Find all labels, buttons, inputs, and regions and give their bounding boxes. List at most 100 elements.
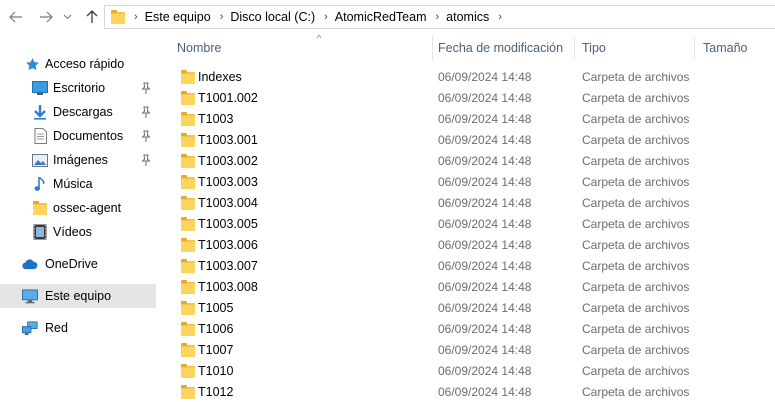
breadcrumb-separator-icon: › (134, 11, 138, 23)
file-modified-date: 06/09/2024 14:48 (438, 175, 532, 189)
file-row[interactable]: T1003.006 06/09/2024 14:48 Carpeta de arch… (176, 235, 775, 256)
sidebar-item-onedrive[interactable]: OneDrive (0, 252, 156, 276)
forward-button[interactable] (36, 6, 56, 28)
pin-icon[interactable] (141, 154, 151, 166)
column-header-label: Fecha de modificación (438, 41, 564, 55)
folder-icon (181, 196, 195, 210)
file-row[interactable]: T1003.005 06/09/2024 14:48 Carpeta de arch… (176, 214, 775, 235)
folder-icon (32, 200, 48, 216)
file-type: Carpeta de archivos (582, 196, 690, 210)
arrow-right-icon (40, 11, 53, 23)
file-type: Carpeta de archivos (582, 343, 690, 357)
up-button[interactable] (82, 6, 102, 28)
file-name: T1006 (198, 322, 234, 336)
desktop-icon (32, 80, 48, 96)
breadcrumb-separator-icon[interactable]: › (498, 11, 502, 23)
file-row[interactable]: T1003.004 06/09/2024 14:48 Carpeta de arch… (176, 193, 775, 214)
sidebar-item-pictures[interactable]: Imágenes (0, 148, 156, 172)
file-name: T1010 (198, 364, 234, 378)
recent-locations-button[interactable] (61, 6, 73, 28)
file-name: T1003.005 (198, 217, 258, 231)
folder-icon (181, 259, 195, 273)
file-row[interactable]: T1005 06/09/2024 14:48 Carpeta de archivos (176, 298, 775, 319)
address-bar[interactable]: › Este equipo › Disco local (C:) › Atomi… (104, 5, 775, 29)
file-row[interactable]: T1003.003 06/09/2024 14:48 Carpeta de arch… (176, 172, 775, 193)
column-divider[interactable] (432, 36, 433, 60)
folder-icon (181, 343, 195, 357)
file-type: Carpeta de archivos (582, 301, 690, 315)
sidebar-item-quick-access[interactable]: Acceso rápido (0, 52, 156, 76)
file-type: Carpeta de archivos (582, 385, 690, 399)
file-name: T1001.002 (198, 91, 258, 105)
file-name: T1005 (198, 301, 234, 315)
folder-icon (181, 238, 195, 252)
file-type: Carpeta de archivos (582, 238, 690, 252)
breadcrumb-separator-icon[interactable]: › (220, 11, 224, 23)
breadcrumb-item[interactable]: Este equipo (145, 6, 211, 28)
sidebar-item-label: ossec-agent (53, 201, 122, 215)
file-row[interactable]: T1006 06/09/2024 14:48 Carpeta de archivos (176, 319, 775, 340)
file-row[interactable]: T1003.008 06/09/2024 14:48 Carpeta de arch… (176, 277, 775, 298)
sidebar-item-label: Imágenes (53, 153, 108, 167)
column-header-size[interactable]: Tamaño (703, 34, 775, 62)
pin-icon[interactable] (141, 82, 151, 94)
file-row[interactable]: T1001.002 06/09/2024 14:48 Carpeta de arch… (176, 88, 775, 109)
back-button[interactable] (6, 6, 26, 28)
sidebar-item-videos[interactable]: Vídeos (0, 220, 156, 244)
sidebar-item-label: Escritorio (53, 81, 106, 95)
file-row[interactable]: T1003.002 06/09/2024 14:48 Carpeta de arch… (176, 151, 775, 172)
file-name: T1003.004 (198, 196, 258, 210)
file-row[interactable]: T1003.001 06/09/2024 14:48 Carpeta de arch… (176, 130, 775, 151)
breadcrumb-item[interactable]: AtomicRedTeam (335, 6, 427, 28)
file-row[interactable]: T1003 06/09/2024 14:48 Carpeta de archivos (176, 109, 775, 130)
breadcrumb-item[interactable]: Disco local (C:) (230, 6, 315, 28)
folder-icon (181, 301, 195, 315)
download-icon (32, 104, 48, 120)
document-icon (32, 128, 48, 144)
sidebar-item-downloads[interactable]: Descargas (0, 100, 156, 124)
file-type: Carpeta de archivos (582, 259, 690, 273)
navigation-pane: Acceso rápido Escritorio Descargas Docum… (0, 34, 156, 402)
breadcrumb-item[interactable]: atomics (446, 6, 489, 28)
file-name: T1003.001 (198, 133, 258, 147)
network-icon (22, 320, 38, 336)
column-divider[interactable] (574, 36, 575, 60)
file-type: Carpeta de archivos (582, 175, 690, 189)
navigation-bar: › Este equipo › Disco local (C:) › Atomi… (0, 0, 775, 34)
sidebar-item-this-pc[interactable]: Este equipo (0, 284, 156, 308)
file-row[interactable]: T1003.007 06/09/2024 14:48 Carpeta de arch… (176, 256, 775, 277)
image-icon (32, 152, 48, 168)
breadcrumb-separator-icon[interactable]: › (324, 11, 328, 23)
sidebar-item-ossec-agent[interactable]: ossec-agent (0, 196, 156, 220)
sidebar-item-music[interactable]: Música (0, 172, 156, 196)
column-header-type[interactable]: Tipo (582, 34, 694, 62)
sidebar-item-desktop[interactable]: Escritorio (0, 76, 156, 100)
file-modified-date: 06/09/2024 14:48 (438, 70, 532, 84)
file-type: Carpeta de archivos (582, 70, 690, 84)
file-row[interactable]: T1010 06/09/2024 14:48 Carpeta de archivos (176, 361, 775, 382)
file-type: Carpeta de archivos (582, 133, 690, 147)
file-modified-date: 06/09/2024 14:48 (438, 280, 532, 294)
file-modified-date: 06/09/2024 14:48 (438, 301, 532, 315)
column-divider[interactable] (694, 36, 695, 60)
column-header-modified[interactable]: Fecha de modificación (438, 34, 576, 62)
file-row[interactable]: Indexes 06/09/2024 14:48 Carpeta de archiv… (176, 67, 775, 88)
column-header-name[interactable]: Nombre ^ (177, 33, 432, 62)
pin-icon[interactable] (141, 106, 151, 118)
file-modified-date: 06/09/2024 14:48 (438, 343, 532, 357)
breadcrumb-separator-icon[interactable]: › (436, 11, 440, 23)
folder-icon (181, 280, 195, 294)
folder-icon (181, 133, 195, 147)
file-modified-date: 06/09/2024 14:48 (438, 238, 532, 252)
sidebar-item-label: Este equipo (45, 289, 112, 303)
file-modified-date: 06/09/2024 14:48 (438, 217, 532, 231)
sidebar-item-network[interactable]: Red (0, 316, 156, 340)
chevron-down-icon (63, 14, 71, 20)
pin-icon[interactable] (141, 130, 151, 142)
file-row[interactable]: T1007 06/09/2024 14:48 Carpeta de archivos (176, 340, 775, 361)
column-header-label: Tipo (582, 41, 606, 55)
folder-icon (111, 10, 125, 24)
sidebar-item-documents[interactable]: Documentos (0, 124, 156, 148)
file-modified-date: 06/09/2024 14:48 (438, 133, 532, 147)
file-row[interactable]: T1012 06/09/2024 14:48 Carpeta de archivos (176, 382, 775, 402)
